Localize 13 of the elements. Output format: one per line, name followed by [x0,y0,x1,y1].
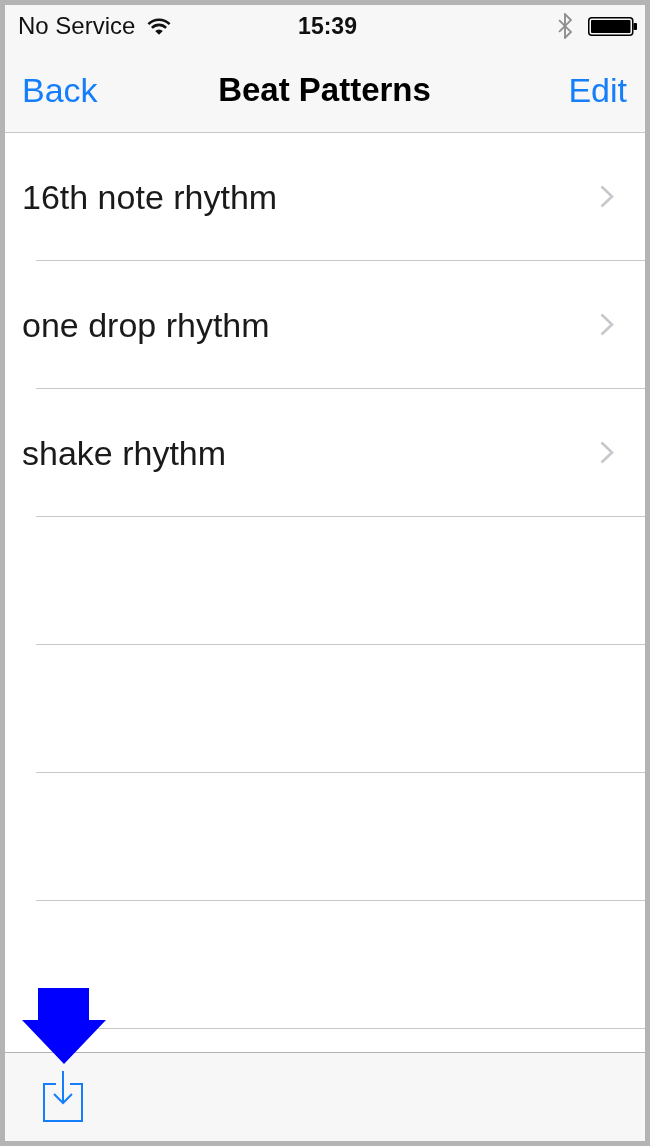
chevron-icon [600,441,614,464]
chevron-icon [600,185,614,208]
back-button[interactable]: Back [22,72,98,107]
chevron-icon [600,313,614,336]
down-arrow-icon [22,988,106,1064]
bluetooth-icon [557,13,573,39]
nav-title: Beat Patterns [218,73,431,106]
wifi-icon [147,17,172,35]
battery-icon [588,16,637,36]
download-icon[interactable] [43,1071,83,1122]
status-time: 15:39 [298,14,357,38]
carrier-label: No Service [18,14,136,38]
edit-button[interactable]: Edit [568,72,627,107]
